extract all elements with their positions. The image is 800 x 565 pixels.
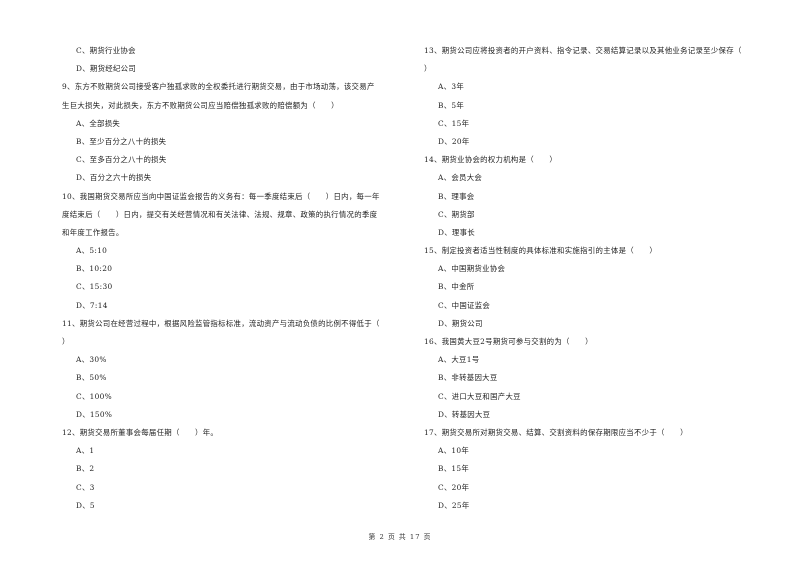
question-text: 度结束后（ ）日内，提交有关经营情况和有关法律、法规、规章、政策的执行情况的季度 <box>62 209 378 219</box>
answer-option: B、至少百分之八十的损失 <box>76 136 167 146</box>
answer-option: D、期货公司 <box>438 318 483 328</box>
answer-option: A、全部损失 <box>76 118 121 128</box>
answer-option: D、20年 <box>438 136 470 146</box>
answer-option: A、10年 <box>438 446 470 456</box>
answer-option: D、理事长 <box>438 227 475 237</box>
question-text: 12、期货交易所董事会每届任期（ ）年。 <box>62 427 219 437</box>
answer-option: C、期货行业协会 <box>76 46 136 55</box>
question-text: 16、我国黄大豆2号期货可参与交割的为（ ） <box>424 337 593 346</box>
question-text: 和年度工作报告。 <box>62 227 124 237</box>
answer-option: D、5 <box>76 500 95 510</box>
question-text: 13、期货公司应将投资者的开户资料、指令记录、交易结算记录以及其他业务记录至少保… <box>424 46 742 55</box>
answer-option: B、50% <box>76 373 107 383</box>
page-footer: 第 2 页 共 17 页 <box>368 533 432 541</box>
answer-option: C、100% <box>76 391 112 401</box>
answer-option: C、进口大豆和国产大豆 <box>438 391 521 401</box>
answer-option: B、理事会 <box>438 191 475 201</box>
answer-option: B、非转基因大豆 <box>438 373 498 383</box>
answer-option: B、15年 <box>438 464 470 474</box>
answer-option: D、期货经纪公司 <box>76 64 137 74</box>
question-text: 9、东方不败期货公司接受客户独孤求败的全权委托进行期货交易，由于市场动荡，该交易… <box>62 82 375 92</box>
answer-option: C、3 <box>76 482 95 492</box>
answer-option: A、中国期货业协会 <box>438 264 506 274</box>
answer-option: D、转基因大豆 <box>438 409 491 419</box>
answer-option: C、中国证监会 <box>438 300 491 310</box>
answer-option: A、5:10 <box>76 246 108 256</box>
answer-option: C、期货部 <box>438 209 475 219</box>
answer-option: D、25年 <box>438 500 470 510</box>
left-column: C、期货行业协会 D、期货经纪公司 9、东方不败期货公司接受客户独孤求败的全权委托进… <box>62 42 407 515</box>
question-text: 11、期货公司在经营过程中，根据风险监管指标标准，流动资产与流动负债的比例不得低… <box>62 318 380 328</box>
question-text: 生巨大损失，对此损失，东方不败期货公司应当赔偿独孤求败的赔偿额为（ ） <box>62 100 339 110</box>
answer-option: A、会员大会 <box>438 173 483 183</box>
question-text: ） <box>62 337 70 346</box>
answer-option: B、中金所 <box>438 282 475 292</box>
question-text: 10、我国期货交易所应当向中国证监会报告的义务有：每一季度结束后（ ）日内，每一… <box>62 191 380 201</box>
question-text: ） <box>424 64 432 74</box>
question-text: 15、制定投资者适当性制度的具体标准和实施指引的主体是（ ） <box>424 246 658 256</box>
answer-option: A、1 <box>76 446 95 456</box>
answer-option: B、2 <box>76 464 95 474</box>
answer-option: B、5年 <box>438 100 465 110</box>
answer-option: D、150% <box>76 409 113 419</box>
answer-option: A、大豆1号 <box>438 355 480 365</box>
answer-option: C、20年 <box>438 482 470 492</box>
answer-option: A、3年 <box>438 82 465 92</box>
question-text: 17、期货交易所对期货交易、结算、交割资料的保存期限应当不少于（ ） <box>424 427 688 437</box>
right-column: 13、期货公司应将投资者的开户资料、指令记录、交易结算记录以及其他业务记录至少保… <box>424 42 779 515</box>
answer-option: C、15年 <box>438 118 470 128</box>
answer-option: C、至多百分之八十的损失 <box>76 155 167 165</box>
answer-option: B、10:20 <box>76 264 113 274</box>
answer-option: D、7:14 <box>76 300 108 310</box>
answer-option: C、15:30 <box>76 282 113 292</box>
question-text: 14、期货业协会的权力机构是（ ） <box>424 155 558 165</box>
answer-option: A、30% <box>76 355 107 365</box>
answer-option: D、百分之六十的损失 <box>76 173 152 183</box>
